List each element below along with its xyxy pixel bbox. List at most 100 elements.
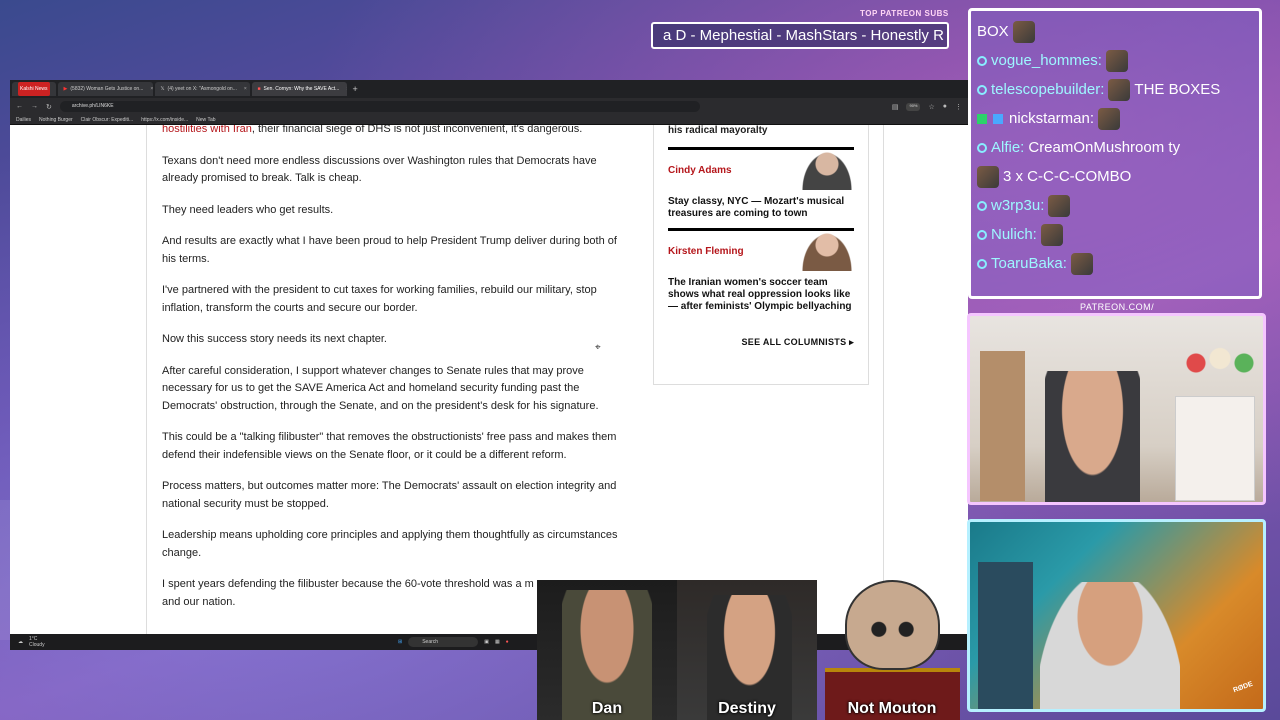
article-paragraph: hostilities with Iran, their financial s… [162,125,632,139]
person [1040,582,1180,709]
tab-youtube[interactable]: ▶ (5832) Woman Gets Justice on... × [57,82,153,96]
patreon-ticker: a D - Mephestial - MashStars - Honestly … [651,22,949,49]
x-icon: 𝕏 [160,86,165,92]
web-page: hostilities with Iran, their financial s… [10,125,968,635]
tab-kalshi[interactable]: Kalshi News [12,82,56,96]
chat-username[interactable]: Nulich: [991,226,1037,243]
bookmark-item[interactable]: https://x.com/inside... [141,117,188,123]
star-icon[interactable]: ☆ [928,103,934,111]
cartoon-avatar [845,580,940,670]
columnist-headline[interactable]: The Iranian women's soccer team shows wh… [668,271,854,321]
chat-message: nickstarman: [977,104,1253,133]
close-icon[interactable]: × [244,82,247,96]
background-shelf [1175,396,1255,501]
chat-message: ToaruBaka: [977,249,1253,278]
chat-text: CreamOnMushroom ty [1028,139,1181,156]
webcam-guest [967,313,1266,505]
chat-message: Alfie: CreamOnMushroom ty [977,133,1253,162]
chat-username[interactable]: ToaruBaka: [991,255,1067,272]
chat-username[interactable]: vogue_hommes: [991,52,1102,69]
bookmark-item[interactable]: Nothing Burger [39,117,73,123]
article-paragraph: I've partnered with the president to cut… [162,284,597,314]
article-text: I spent years defending the filibuster b… [162,578,534,590]
webcam-host: RØDE [967,519,1266,712]
sidebar-snippet[interactable]: his radical mayoralty [668,125,854,150]
tab-article[interactable]: ■Sen. Cornyn: Why the SAVE Act...× [251,82,347,96]
app-icon[interactable]: ▣ [484,639,489,645]
stream-chat: BOX vogue_hommes: telescopebuilder: THE B… [968,8,1262,299]
panelist-name: Dan [591,700,623,717]
background-shelf [978,562,1033,709]
panel-cam-destiny: Destiny [677,580,817,720]
panelist-name: Destiny [718,700,776,717]
chat-username[interactable]: w3rp3u: [991,197,1044,214]
bookmark-item[interactable]: New Tab [196,117,215,123]
tab-label: Sen. Cornyn: Why the SAVE Act... [263,86,340,92]
badge-icon [977,142,987,153]
bookmarks-bar: Dailies Nothing Burger Clair Obscur: Exp… [10,115,968,125]
badge-icon [977,84,987,95]
site-icon: ■ [257,86,261,92]
forward-icon[interactable]: → [31,103,38,110]
columnist-photo [800,231,854,271]
see-all-columnists-link[interactable]: SEE ALL COLUMNISTS ▸ [668,321,854,348]
toolbar-icons: ▤ 90% ☆ ● ⋮ [892,102,962,111]
badge-icon [977,113,987,124]
tab-badge: Kalshi News [18,82,50,96]
emote-icon [1105,49,1128,72]
chat-username[interactable]: nickstarman: [1009,110,1094,127]
columnist-header: Cindy Adams [668,150,854,190]
weather-widget[interactable]: 1°C Cloudy [29,636,45,648]
chat-message: BOX [977,17,1253,46]
chat-message: 3 x C-C-C-COMBO [977,162,1253,191]
chat-username[interactable]: Alfie: [991,139,1024,156]
windows-start-icon[interactable]: ⊞ [398,639,402,645]
columnist-headline[interactable]: Stay classy, NYC — Mozart's musical trea… [668,190,854,231]
columnist-name[interactable]: Kirsten Fleming [668,246,744,257]
close-icon[interactable]: × [150,82,152,96]
chat-text: THE BOXES [1134,81,1221,98]
emote-icon [1048,194,1071,217]
app-icon[interactable]: ▦ [495,639,500,645]
badge-icon [977,200,987,211]
address-bar[interactable]: archive.ph/LIN6KE [59,101,700,112]
back-icon[interactable]: ← [16,103,23,110]
article-link[interactable]: hostilities with Iran [162,125,252,135]
columnist-name[interactable]: Cindy Adams [668,165,732,176]
person [1045,371,1140,502]
emote-icon [1070,252,1093,275]
chat-username[interactable]: telescopebuilder: [991,81,1104,98]
columnist-photo [800,150,854,190]
chat-message: Nulich: [977,220,1253,249]
tab-x[interactable]: 𝕏 (4) yeet on X: "Asmongold on... × [154,82,250,96]
address-row: ← → ↻ archive.ph/LIN6KE ▤ 90% ☆ ● ⋮ [10,98,968,115]
browser-icon[interactable]: ● [506,639,509,645]
article-paragraph: They need leaders who get results. [162,203,334,216]
columnist-header: Kirsten Fleming [668,231,854,271]
menu-icon[interactable]: ⋮ [955,103,962,111]
article-paragraph: This could be a "talking filibuster" tha… [162,431,617,461]
chat-text: BOX [977,23,1009,40]
profile-icon[interactable]: ● [943,103,947,111]
emote-icon [1040,223,1063,246]
article-paragraph: After careful consideration, I support w… [162,364,599,412]
microphone-brand: RØDE [1232,680,1254,695]
bookmark-item[interactable]: Clair Obscur: Expediti... [81,117,134,123]
bookmark-item[interactable]: Dailies [16,117,31,123]
browser-window: Kalshi News ▶ (5832) Woman Gets Justice o… [10,80,968,650]
chat-message: w3rp3u: [977,191,1253,220]
extension-icon[interactable]: ▤ [892,103,899,111]
zoom-indicator[interactable]: 90% [906,102,921,111]
new-tab-button[interactable]: + [349,84,362,94]
tab-label: (4) yeet on X: "Asmongold on... [167,86,237,92]
badge-icon [993,113,1003,124]
article-paragraph: Texans don't need more endless discussio… [162,154,597,185]
taskbar-search[interactable]: Search [408,637,479,647]
tab-bar: Kalshi News ▶ (5832) Woman Gets Justice o… [10,80,968,98]
chat-message: vogue_hommes: [977,46,1253,75]
chat-message: telescopebuilder: THE BOXES [977,75,1253,104]
reload-icon[interactable]: ↻ [46,103,52,111]
patreon-url: PATREON.COM/ [1080,302,1155,312]
badge-icon [977,229,987,240]
article-text: , their financial siege of DHS is not ju… [251,125,583,135]
